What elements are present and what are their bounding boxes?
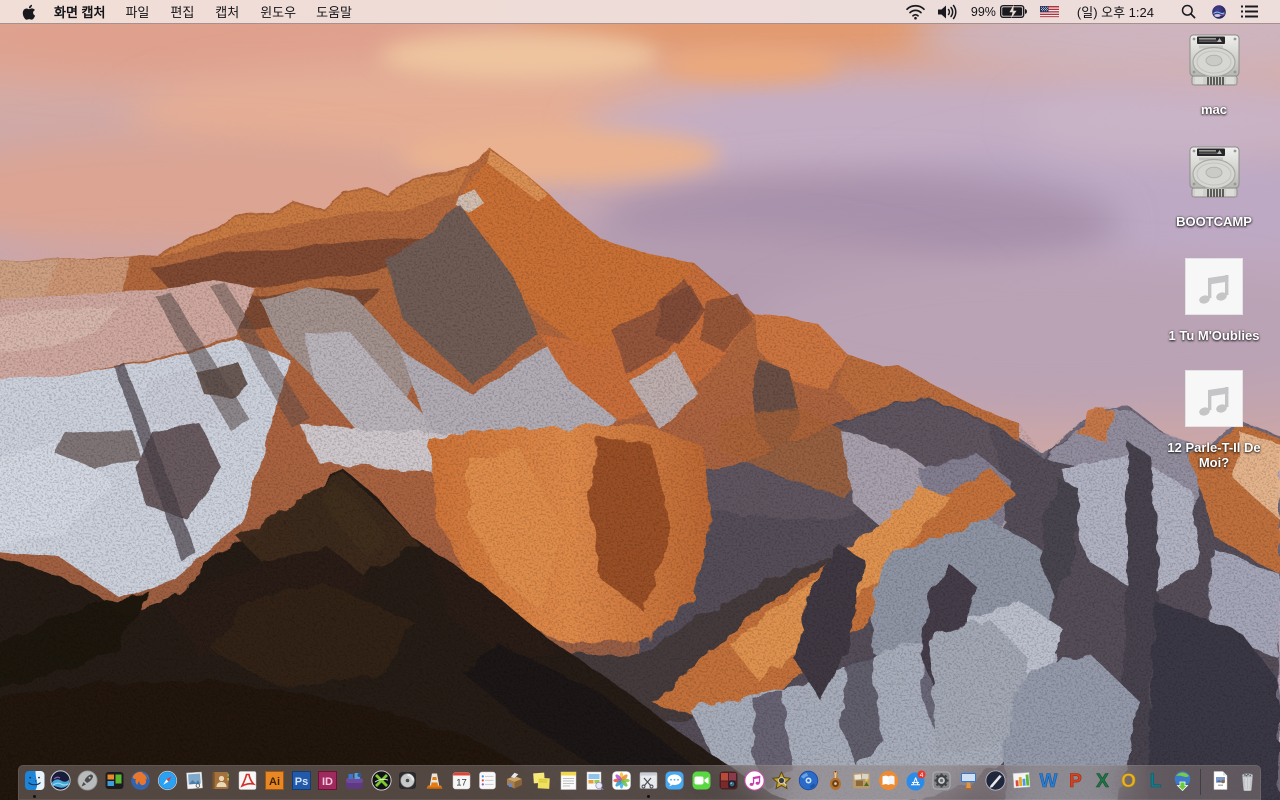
svg-text:P: P xyxy=(1069,771,1082,791)
svg-text:L: L xyxy=(1150,771,1162,791)
svg-text:Ps: Ps xyxy=(294,776,307,788)
svg-text:O: O xyxy=(1121,771,1136,791)
svg-text:X: X xyxy=(1096,771,1109,791)
svg-text:4: 4 xyxy=(919,772,923,779)
svg-text:17: 17 xyxy=(456,778,467,789)
svg-text:ID: ID xyxy=(322,776,333,788)
svg-text:Ai: Ai xyxy=(269,776,280,788)
svg-text:W: W xyxy=(1040,771,1058,791)
